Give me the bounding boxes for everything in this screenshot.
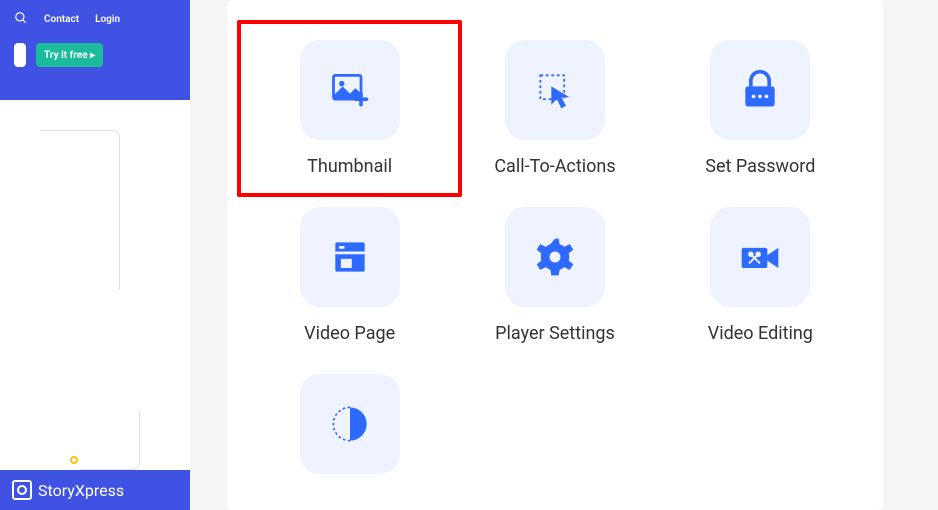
tile-label: Player Settings: [495, 323, 615, 344]
tile-label: Video Editing: [708, 323, 813, 344]
search-icon[interactable]: [14, 10, 28, 29]
speed-icon: [300, 374, 400, 474]
tile-call-to-actions[interactable]: Call-To-Actions: [462, 40, 647, 177]
preview-canvas: [0, 100, 190, 510]
tile-label: Thumbnail: [307, 156, 392, 177]
tile-label: Video Page: [304, 323, 395, 344]
tile-thumbnail[interactable]: Thumbnail: [237, 20, 462, 197]
white-button[interactable]: [14, 43, 26, 67]
options-grid: Thumbnail Call-To-Actions Set Password V…: [257, 40, 853, 490]
tile-label: Call-To-Actions: [494, 156, 615, 177]
options-panel: Thumbnail Call-To-Actions Set Password V…: [227, 0, 883, 510]
page-icon: [300, 207, 400, 307]
lock-icon: [710, 40, 810, 140]
brand-logo-icon: [12, 480, 32, 500]
tile-set-password[interactable]: Set Password: [668, 40, 853, 177]
video-edit-icon: [710, 207, 810, 307]
brand-name: StoryXpress: [38, 481, 124, 500]
cta-icon: [505, 40, 605, 140]
tile-video-page[interactable]: Video Page: [257, 207, 442, 344]
try-free-button[interactable]: Try it free ▸: [36, 43, 103, 67]
tile-speed[interactable]: [257, 374, 442, 490]
tile-video-editing[interactable]: Video Editing: [668, 207, 853, 344]
gear-icon: [505, 207, 605, 307]
thumbnail-icon: [300, 40, 400, 140]
nav-login[interactable]: Login: [95, 14, 120, 25]
nav-contact[interactable]: Contact: [44, 14, 79, 25]
tile-label: Set Password: [705, 156, 815, 177]
preview-header: Contact Login Try it free ▸: [0, 0, 190, 100]
preview-panel: Contact Login Try it free ▸ StoryXpress: [0, 0, 190, 510]
tile-player-settings[interactable]: Player Settings: [462, 207, 647, 344]
brand-bar: StoryXpress: [0, 470, 190, 510]
